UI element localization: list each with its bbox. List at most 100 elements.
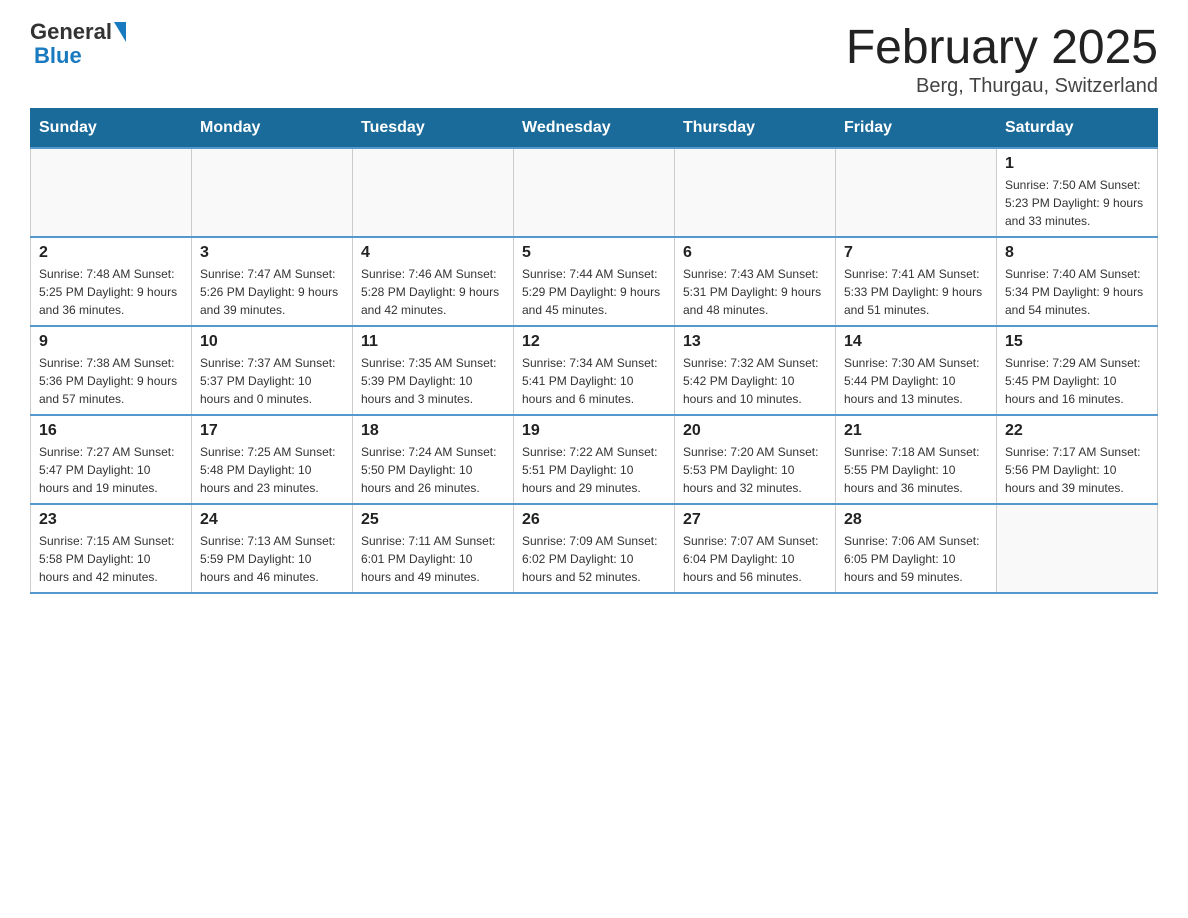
calendar-day-cell: 15 Sunrise: 7:29 AM Sunset: 5:45 PM Dayli… — [997, 326, 1158, 415]
day-number: 13 — [683, 333, 827, 351]
logo-blue-text: Blue — [34, 44, 126, 68]
day-number: 28 — [844, 511, 988, 529]
day-number: 16 — [39, 422, 183, 440]
day-number: 6 — [683, 244, 827, 262]
calendar-day-cell: 4 Sunrise: 7:46 AM Sunset: 5:28 PM Daylig… — [353, 237, 514, 326]
day-info: Sunrise: 7:29 AM Sunset: 5:45 PM Dayligh… — [1005, 354, 1149, 408]
day-number: 5 — [522, 244, 666, 262]
calendar-day-cell: 5 Sunrise: 7:44 AM Sunset: 5:29 PM Daylig… — [514, 237, 675, 326]
calendar-day-cell: 14 Sunrise: 7:30 AM Sunset: 5:44 PM Dayli… — [836, 326, 997, 415]
day-info: Sunrise: 7:13 AM Sunset: 5:59 PM Dayligh… — [200, 532, 344, 586]
page-header: General Blue February 2025 Berg, Thurgau… — [30, 20, 1158, 98]
calendar-week-row: 9 Sunrise: 7:38 AM Sunset: 5:36 PM Daylig… — [31, 326, 1158, 415]
calendar-day-cell: 25 Sunrise: 7:11 AM Sunset: 6:01 PM Dayli… — [353, 504, 514, 593]
day-number: 10 — [200, 333, 344, 351]
calendar-day-cell: 13Sunrise: 7:32 AM Sunset: 5:42 PM Dayli… — [675, 326, 836, 415]
month-title: February 2025 — [846, 20, 1158, 75]
day-info: Sunrise: 7:24 AM Sunset: 5:50 PM Dayligh… — [361, 443, 505, 497]
calendar-day-cell: 17 Sunrise: 7:25 AM Sunset: 5:48 PM Dayli… — [192, 415, 353, 504]
calendar-day-cell: 19 Sunrise: 7:22 AM Sunset: 5:51 PM Dayli… — [514, 415, 675, 504]
day-number: 11 — [361, 333, 505, 351]
calendar-table: Sunday Monday Tuesday Wednesday Thursday… — [30, 108, 1158, 594]
day-number: 8 — [1005, 244, 1149, 262]
calendar-day-cell — [514, 148, 675, 237]
day-number: 18 — [361, 422, 505, 440]
calendar-day-cell: 20Sunrise: 7:20 AM Sunset: 5:53 PM Dayli… — [675, 415, 836, 504]
day-info: Sunrise: 7:22 AM Sunset: 5:51 PM Dayligh… — [522, 443, 666, 497]
col-monday: Monday — [192, 109, 353, 149]
col-thursday: Thursday — [675, 109, 836, 149]
day-number: 1 — [1005, 155, 1149, 173]
calendar-day-cell: 2 Sunrise: 7:48 AM Sunset: 5:25 PM Daylig… — [31, 237, 192, 326]
calendar-day-cell: 3 Sunrise: 7:47 AM Sunset: 5:26 PM Daylig… — [192, 237, 353, 326]
calendar-week-row: 2 Sunrise: 7:48 AM Sunset: 5:25 PM Daylig… — [31, 237, 1158, 326]
day-number: 27 — [683, 511, 827, 529]
calendar-day-cell — [997, 504, 1158, 593]
col-wednesday: Wednesday — [514, 109, 675, 149]
calendar-week-row: 1 Sunrise: 7:50 AM Sunset: 5:23 PM Daylig… — [31, 148, 1158, 237]
day-info: Sunrise: 7:07 AM Sunset: 6:04 PM Dayligh… — [683, 532, 827, 586]
calendar-day-cell: 16 Sunrise: 7:27 AM Sunset: 5:47 PM Dayli… — [31, 415, 192, 504]
day-number: 7 — [844, 244, 988, 262]
day-info: Sunrise: 7:48 AM Sunset: 5:25 PM Dayligh… — [39, 265, 183, 319]
calendar-day-cell: 18 Sunrise: 7:24 AM Sunset: 5:50 PM Dayli… — [353, 415, 514, 504]
col-tuesday: Tuesday — [353, 109, 514, 149]
day-number: 26 — [522, 511, 666, 529]
day-number: 14 — [844, 333, 988, 351]
day-number: 21 — [844, 422, 988, 440]
day-number: 17 — [200, 422, 344, 440]
day-number: 9 — [39, 333, 183, 351]
day-info: Sunrise: 7:30 AM Sunset: 5:44 PM Dayligh… — [844, 354, 988, 408]
logo: General Blue — [30, 20, 126, 68]
calendar-day-cell — [353, 148, 514, 237]
day-number: 2 — [39, 244, 183, 262]
col-sunday: Sunday — [31, 109, 192, 149]
day-number: 22 — [1005, 422, 1149, 440]
day-info: Sunrise: 7:34 AM Sunset: 5:41 PM Dayligh… — [522, 354, 666, 408]
day-number: 20 — [683, 422, 827, 440]
calendar-day-cell: 8Sunrise: 7:40 AM Sunset: 5:34 PM Daylig… — [997, 237, 1158, 326]
day-info: Sunrise: 7:37 AM Sunset: 5:37 PM Dayligh… — [200, 354, 344, 408]
day-info: Sunrise: 7:27 AM Sunset: 5:47 PM Dayligh… — [39, 443, 183, 497]
calendar-header-row: Sunday Monday Tuesday Wednesday Thursday… — [31, 109, 1158, 149]
calendar-day-cell: 9 Sunrise: 7:38 AM Sunset: 5:36 PM Daylig… — [31, 326, 192, 415]
calendar-day-cell: 6 Sunrise: 7:43 AM Sunset: 5:31 PM Daylig… — [675, 237, 836, 326]
day-info: Sunrise: 7:11 AM Sunset: 6:01 PM Dayligh… — [361, 532, 505, 586]
calendar-day-cell: 23 Sunrise: 7:15 AM Sunset: 5:58 PM Dayli… — [31, 504, 192, 593]
calendar-week-row: 23 Sunrise: 7:15 AM Sunset: 5:58 PM Dayli… — [31, 504, 1158, 593]
calendar-day-cell — [192, 148, 353, 237]
day-info: Sunrise: 7:50 AM Sunset: 5:23 PM Dayligh… — [1005, 176, 1149, 230]
col-friday: Friday — [836, 109, 997, 149]
calendar-day-cell — [675, 148, 836, 237]
day-number: 25 — [361, 511, 505, 529]
day-info: Sunrise: 7:06 AM Sunset: 6:05 PM Dayligh… — [844, 532, 988, 586]
day-number: 19 — [522, 422, 666, 440]
day-number: 15 — [1005, 333, 1149, 351]
calendar-day-cell: 27 Sunrise: 7:07 AM Sunset: 6:04 PM Dayli… — [675, 504, 836, 593]
day-info: Sunrise: 7:46 AM Sunset: 5:28 PM Dayligh… — [361, 265, 505, 319]
day-info: Sunrise: 7:25 AM Sunset: 5:48 PM Dayligh… — [200, 443, 344, 497]
day-info: Sunrise: 7:38 AM Sunset: 5:36 PM Dayligh… — [39, 354, 183, 408]
day-info: Sunrise: 7:47 AM Sunset: 5:26 PM Dayligh… — [200, 265, 344, 319]
day-info: Sunrise: 7:44 AM Sunset: 5:29 PM Dayligh… — [522, 265, 666, 319]
day-number: 3 — [200, 244, 344, 262]
day-number: 12 — [522, 333, 666, 351]
calendar-day-cell: 7 Sunrise: 7:41 AM Sunset: 5:33 PM Daylig… — [836, 237, 997, 326]
calendar-day-cell — [836, 148, 997, 237]
day-number: 4 — [361, 244, 505, 262]
day-info: Sunrise: 7:15 AM Sunset: 5:58 PM Dayligh… — [39, 532, 183, 586]
day-info: Sunrise: 7:18 AM Sunset: 5:55 PM Dayligh… — [844, 443, 988, 497]
calendar-day-cell: 11Sunrise: 7:35 AM Sunset: 5:39 PM Dayli… — [353, 326, 514, 415]
col-saturday: Saturday — [997, 109, 1158, 149]
title-section: February 2025 Berg, Thurgau, Switzerland — [846, 20, 1158, 98]
logo-triangle-icon — [114, 22, 126, 42]
calendar-day-cell: 1 Sunrise: 7:50 AM Sunset: 5:23 PM Daylig… — [997, 148, 1158, 237]
day-info: Sunrise: 7:41 AM Sunset: 5:33 PM Dayligh… — [844, 265, 988, 319]
day-info: Sunrise: 7:09 AM Sunset: 6:02 PM Dayligh… — [522, 532, 666, 586]
calendar-day-cell — [31, 148, 192, 237]
day-info: Sunrise: 7:43 AM Sunset: 5:31 PM Dayligh… — [683, 265, 827, 319]
calendar-day-cell: 28 Sunrise: 7:06 AM Sunset: 6:05 PM Dayli… — [836, 504, 997, 593]
day-number: 23 — [39, 511, 183, 529]
location-subtitle: Berg, Thurgau, Switzerland — [846, 75, 1158, 98]
logo-general-text: General — [30, 20, 112, 44]
